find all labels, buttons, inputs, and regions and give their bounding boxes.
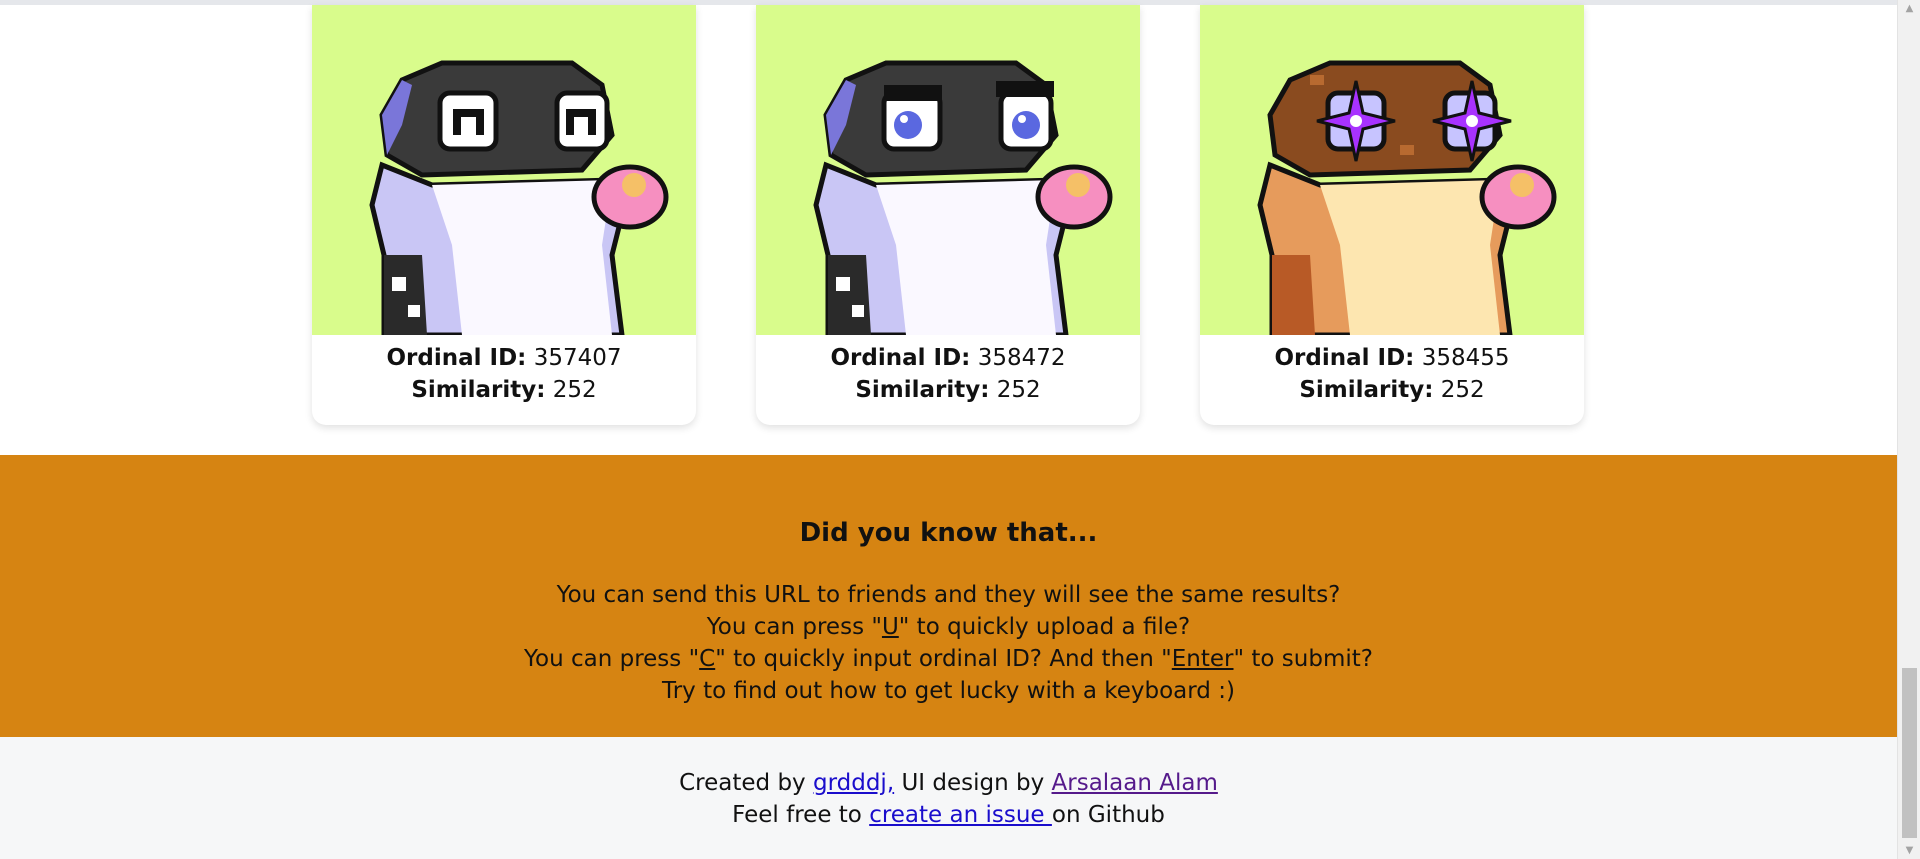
scroll-down-arrow-icon[interactable]: ▼	[1898, 842, 1920, 859]
card-meta: Ordinal ID: 358472 Similarity: 252	[756, 342, 1140, 406]
frog-black-blue-eyes-icon	[756, 5, 1140, 335]
results-grid: Ordinal ID: 357407 Similarity: 252 Ordin…	[0, 5, 1897, 455]
similarity-value: 252	[1440, 377, 1485, 403]
ordinal-id-value: 358455	[1421, 345, 1510, 371]
tip-text: " to quickly upload a file?	[898, 614, 1191, 640]
did-you-know-title: Did you know that...	[799, 518, 1098, 548]
tip-text: " to quickly input ordinal ID? And then …	[715, 646, 1172, 672]
shortcut-key-enter: Enter	[1171, 646, 1234, 672]
issue-text: Feel free to	[732, 802, 870, 828]
shortcut-key-c: C	[699, 646, 716, 672]
similarity-value: 252	[552, 377, 597, 403]
result-card[interactable]: Ordinal ID: 358472 Similarity: 252	[756, 5, 1140, 425]
scroll-up-arrow-icon[interactable]: ▲	[1898, 0, 1920, 17]
result-card[interactable]: Ordinal ID: 357407 Similarity: 252	[312, 5, 696, 425]
similarity-value: 252	[996, 377, 1041, 403]
ordinal-id-value: 357407	[533, 345, 622, 371]
result-card[interactable]: Ordinal ID: 358455 Similarity: 252	[1200, 5, 1584, 425]
ordinal-id-label: Ordinal ID:	[386, 345, 527, 371]
designer-link[interactable]: Arsalaan Alam	[1052, 770, 1218, 796]
ordinal-id-label: Ordinal ID:	[830, 345, 971, 371]
card-meta: Ordinal ID: 357407 Similarity: 252	[312, 342, 696, 406]
tip-share-url: You can send this URL to friends and the…	[556, 582, 1341, 608]
tip-text: You can press "	[706, 614, 882, 640]
create-issue-link[interactable]: create an issue	[869, 802, 1052, 828]
credits-line: Created by grdddj, UI design by Arsalaan…	[0, 767, 1897, 799]
credits-text: UI design by	[894, 770, 1052, 796]
issue-text: on Github	[1051, 802, 1165, 828]
vertical-scrollbar[interactable]: ▲ ▼	[1897, 0, 1920, 859]
similarity-label: Similarity:	[855, 377, 990, 403]
card-meta: Ordinal ID: 358455 Similarity: 252	[1200, 342, 1584, 406]
frog-black-white-eyes-icon	[312, 5, 696, 335]
tip-text: " to submit?	[1233, 646, 1373, 672]
tip-text: You can press "	[524, 646, 700, 672]
page: Ordinal ID: 357407 Similarity: 252 Ordin…	[0, 0, 1920, 859]
did-you-know-banner: Did you know that... You can send this U…	[0, 455, 1897, 737]
frog-brown-star-eyes-icon	[1200, 5, 1584, 335]
similarity-label: Similarity:	[1299, 377, 1434, 403]
author-link[interactable]: grdddj,	[813, 770, 894, 796]
tip-input-shortcut: You can press "C" to quickly input ordin…	[0, 643, 1897, 675]
footer: Created by grdddj, UI design by Arsalaan…	[0, 737, 1897, 859]
credits-text: Created by	[679, 770, 813, 796]
tips-list: You can send this URL to friends and the…	[0, 579, 1897, 707]
ordinal-id-value: 358472	[977, 345, 1066, 371]
scrollbar-thumb[interactable]	[1902, 668, 1917, 838]
shortcut-key-u: U	[881, 614, 899, 640]
tip-upload-shortcut: You can press "U" to quickly upload a fi…	[0, 611, 1897, 643]
tip-lucky-keyboard: Try to find out how to get lucky with a …	[662, 678, 1235, 704]
ordinal-id-label: Ordinal ID:	[1274, 345, 1415, 371]
similarity-label: Similarity:	[411, 377, 546, 403]
issue-line: Feel free to create an issue on Github	[0, 799, 1897, 831]
